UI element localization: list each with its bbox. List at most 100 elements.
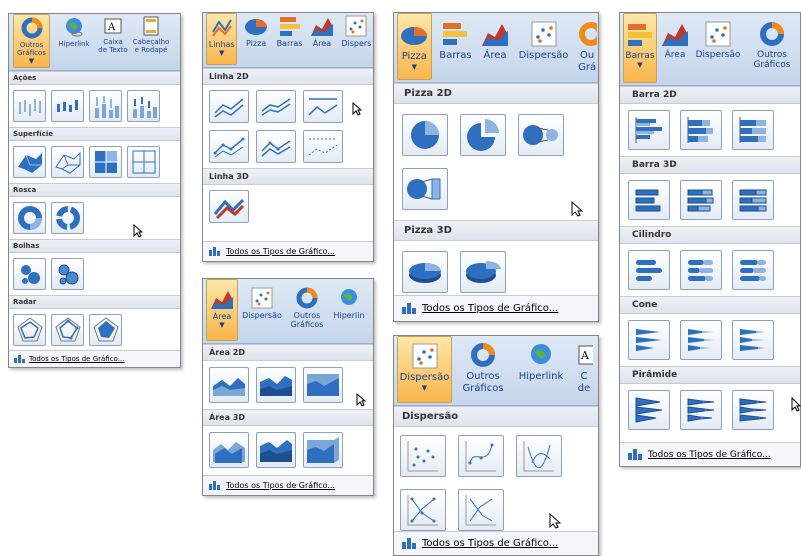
dispersao-button[interactable]: Dispersão ▼ [397,336,452,403]
hiperlink-button[interactable]: Hiperlin [331,279,367,320]
all-chart-types-link[interactable]: Todos os Tipos de Gráfico... [203,241,373,261]
100-stacked-cone-thumb[interactable] [732,320,774,360]
bolhas-row [9,253,180,295]
stock-chart-ohlc-thumb[interactable] [51,90,84,122]
outros-graficos-button[interactable]: Outros Gráficos [286,279,328,329]
all-chart-types-link[interactable]: Todos os Tipos de Gráfico... [394,531,598,555]
100-stacked-area-3d-thumb[interactable] [303,432,343,468]
outros-graficos-button[interactable]: Outros Gráficos [458,336,508,394]
label: Linhas [208,40,235,49]
stacked-pyramid-thumb[interactable] [680,390,722,430]
radar-markers-thumb[interactable] [51,314,84,346]
100-stacked-bar-3d-thumb[interactable] [732,180,774,220]
stacked-bar-3d-thumb[interactable] [680,180,722,220]
section-piramide: Pirâmide [620,366,800,384]
scatter-straight-markers-thumb[interactable] [400,489,446,531]
surface-wireframe-thumb[interactable] [51,146,84,178]
text-box-icon: A [575,342,596,371]
pie-thumb[interactable] [402,114,448,156]
dispersao-button[interactable]: Dispersão [693,13,743,60]
all-chart-types-link[interactable]: Todos os Tipos de Gráfico... [394,295,598,321]
100-stacked-bar-thumb[interactable] [732,110,774,150]
barras-button[interactable]: Barras [438,13,474,62]
clustered-bar-3d-thumb[interactable] [628,180,670,220]
exploded-doughnut-thumb[interactable] [51,202,84,234]
section-area-3d: Área 3D [203,409,373,426]
scatter-chart-icon [412,343,438,372]
stacked-line-markers-thumb[interactable] [256,130,296,163]
exploded-pie-3d-thumb[interactable] [460,251,506,293]
100-stacked-line-thumb[interactable] [303,90,343,123]
stacked-cylinder-thumb[interactable] [680,250,722,290]
scatter-straight-thumb[interactable] [458,489,504,531]
line-thumb[interactable] [209,90,249,123]
cabecalho-rodape-button[interactable]: Cabeçalho e Rodapé [133,14,169,54]
stacked-area-3d-thumb[interactable] [256,432,296,468]
caixa-texto-button[interactable]: A Caixa de Texto [98,14,128,54]
100-stacked-line-markers-thumb[interactable] [303,130,343,163]
area-button[interactable]: Área [479,13,511,62]
acoes-row [9,85,180,127]
area-3d-thumb[interactable] [209,432,249,468]
clustered-pyramid-thumb[interactable] [628,390,670,430]
pizza-button[interactable]: Pizza [241,13,270,48]
100-stacked-pyramid-thumb[interactable] [732,390,774,430]
all-chart-types-link[interactable]: Todos os Tipos de Gráfico... [9,350,180,367]
area-chart-icon [661,21,689,50]
dispersao-row [394,427,598,539]
surface-3d-thumb[interactable] [13,146,46,178]
outros-graficos-button[interactable]: Ou Grá [576,13,598,73]
pie-of-pie-thumb[interactable] [518,114,564,156]
stacked-cone-thumb[interactable] [680,320,722,360]
outros-graficos-button[interactable]: Outros Gráficos [747,13,797,71]
hiperlink-button[interactable]: Hiperlink [56,14,92,48]
dispersao-button[interactable]: Dispersão [517,13,570,62]
contour-thumb[interactable] [89,146,122,178]
100-stacked-area-thumb[interactable] [303,367,343,403]
radar-thumb[interactable] [13,314,46,346]
stacked-line-thumb[interactable] [256,90,296,123]
all-chart-types-link[interactable]: Todos os Tipos de Gráfico... [203,475,373,495]
linhas-button[interactable]: Linhas ▼ [206,13,238,65]
all-chart-types-link[interactable]: Todos os Tipos de Gráfico... [620,442,800,466]
cylinder-bar-icon [636,260,662,281]
outros-graficos-button[interactable]: Outros Gráficos ▼ [13,14,50,68]
scatter-smooth-markers-thumb[interactable] [458,435,504,477]
dispersao-button[interactable]: Dispersão [241,279,283,320]
caixa-texto-button[interactable]: A C de [574,336,596,394]
stock-chart-hlc-thumb[interactable] [13,90,46,122]
label: Hiperlink [518,371,564,382]
line-markers-thumb[interactable] [209,130,249,163]
hiperlink-button[interactable]: Hiperlink [514,336,568,383]
barras-button[interactable]: Barras ▼ [623,13,657,83]
pie-3d-thumb[interactable] [402,251,448,293]
area-button[interactable]: Área [308,13,335,48]
line-3d-thumb[interactable] [209,190,249,223]
area-thumb[interactable] [209,367,249,403]
clustered-cone-thumb[interactable] [628,320,670,360]
piramide-row [620,384,800,436]
bubble-3d-thumb[interactable] [51,258,84,290]
scatter-markers-thumb[interactable] [400,435,446,477]
100-stacked-cylinder-thumb[interactable] [732,250,774,290]
filled-radar-thumb[interactable] [89,314,122,346]
barras-button[interactable]: Barras [275,13,304,48]
exploded-pie-thumb[interactable] [460,114,506,156]
stock-chart-vohlc-thumb[interactable] [127,90,160,122]
clustered-cylinder-thumb[interactable] [628,250,670,290]
section-title: Bolhas [13,242,40,250]
clustered-bar-thumb[interactable] [628,110,670,150]
pizza-button[interactable]: Pizza ▼ [397,13,432,80]
area-button[interactable]: Área [661,13,689,60]
contour-wireframe-thumb[interactable] [127,146,160,178]
stock-chart-vhlc-thumb[interactable] [89,90,122,122]
stacked-area-thumb[interactable] [256,367,296,403]
dispersao-button[interactable]: Dispers [340,13,373,48]
bubble-thumb[interactable] [13,258,46,290]
rosca-row [9,197,180,239]
stacked-bar-thumb[interactable] [680,110,722,150]
bar-of-pie-thumb[interactable] [402,168,448,210]
area-button[interactable]: Área ▼ [206,279,238,341]
doughnut-thumb[interactable] [13,202,46,234]
scatter-smooth-thumb[interactable] [516,435,562,477]
